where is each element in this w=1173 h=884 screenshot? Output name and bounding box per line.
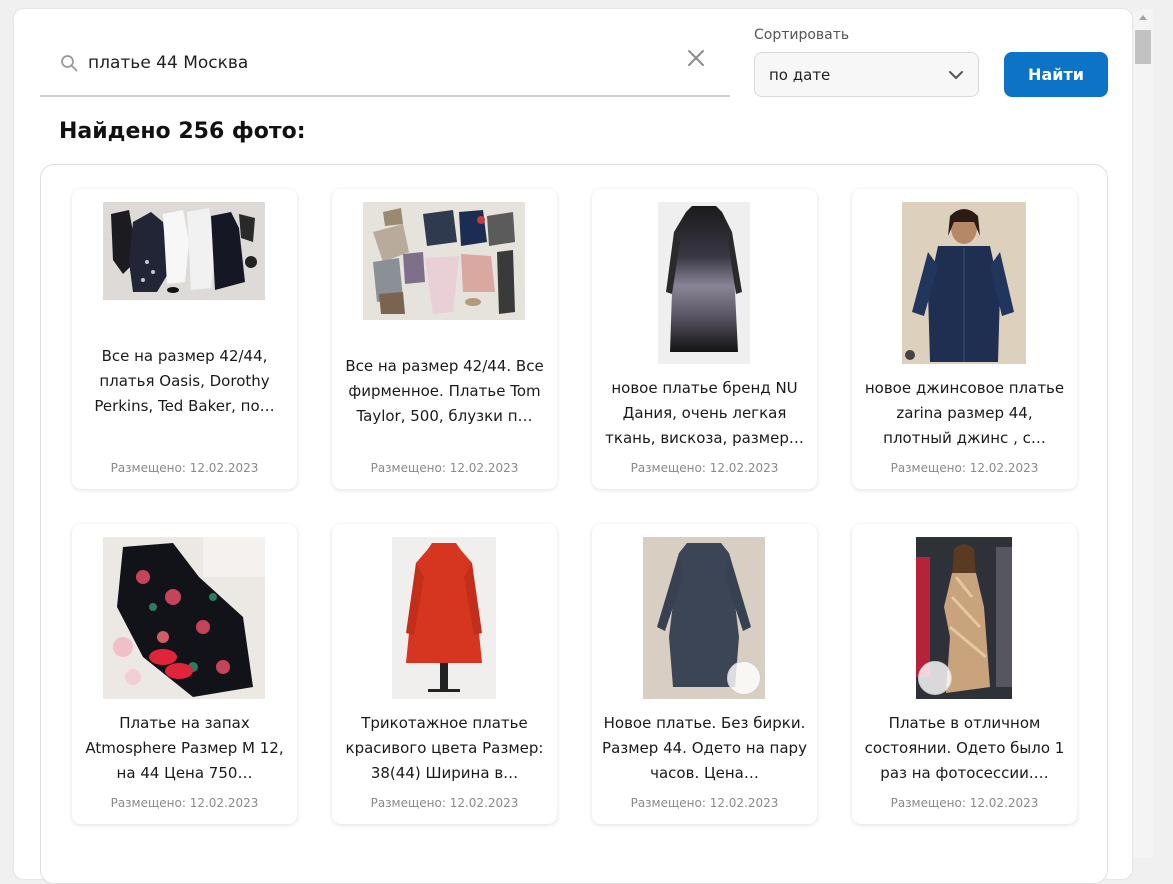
card-photo[interactable] bbox=[103, 537, 265, 699]
photo-card[interactable]: Все на размер 42/44, платья Oasis, Dorot… bbox=[72, 189, 297, 489]
card-description: Все на размер 42/44. Все фирменное. Плат… bbox=[345, 357, 544, 425]
card-description: Все на размер 42/44, платья Oasis, Dorot… bbox=[94, 347, 275, 415]
card-date: Размещено: 12.02.2023 bbox=[370, 796, 519, 810]
card-photo[interactable] bbox=[392, 537, 496, 699]
card-photo[interactable] bbox=[363, 202, 525, 320]
search-box[interactable] bbox=[40, 41, 730, 97]
sort-label: Сортировать bbox=[754, 27, 850, 43]
photo-card[interactable]: Платье на запах Atmosphere Размер M 12, … bbox=[72, 524, 297, 824]
find-button[interactable]: Найти bbox=[1004, 52, 1108, 97]
photo-card[interactable]: Трикотажное платье красивого цвета Разме… bbox=[332, 524, 557, 824]
card-description: новое джинсовое платье zarina размер 44,… bbox=[864, 379, 1065, 447]
search-input[interactable] bbox=[88, 49, 658, 77]
card-description: новое платье бренд NU Дания, очень легка… bbox=[605, 379, 804, 447]
scrollbar[interactable] bbox=[1133, 9, 1153, 858]
photo-card[interactable]: новое джинсовое платье zarina размер 44,… bbox=[852, 189, 1077, 489]
card-date: Размещено: 12.02.2023 bbox=[110, 461, 259, 475]
search-icon bbox=[61, 55, 78, 72]
card-date: Размещено: 12.02.2023 bbox=[370, 461, 519, 475]
card-description: Платье в отличном состоянии. Одето было … bbox=[864, 714, 1065, 782]
photo-card[interactable]: новое платье бренд NU Дания, очень легка… bbox=[592, 189, 817, 489]
card-description: Трикотажное платье красивого цвета Разме… bbox=[345, 714, 544, 782]
scrollbar-thumb[interactable] bbox=[1135, 30, 1151, 64]
search-page: Сортировать по дате Найти Найдено 256 фо… bbox=[14, 9, 1132, 884]
qr-code-icon bbox=[918, 661, 952, 695]
card-date: Размещено: 12.02.2023 bbox=[630, 796, 779, 810]
card-date: Размещено: 12.02.2023 bbox=[890, 796, 1039, 810]
sort-select[interactable]: по дате bbox=[754, 52, 979, 97]
chevron-down-icon bbox=[949, 71, 963, 79]
photo-card[interactable]: Новое платье. Без бирки. Размер 44. Одет… bbox=[592, 524, 817, 824]
card-photo[interactable] bbox=[916, 537, 1012, 699]
close-icon bbox=[905, 350, 915, 360]
scroll-up-arrow-icon[interactable] bbox=[1139, 15, 1147, 20]
results-grid: Все на размер 42/44, платья Oasis, Dorot… bbox=[40, 164, 1108, 884]
card-photo[interactable] bbox=[658, 202, 750, 364]
photo-card[interactable]: Платье в отличном состоянии. Одето было … bbox=[852, 524, 1077, 824]
close-icon[interactable] bbox=[683, 45, 709, 71]
card-date: Размещено: 12.02.2023 bbox=[890, 461, 1039, 475]
card-photo[interactable] bbox=[902, 202, 1026, 364]
card-photo[interactable] bbox=[103, 202, 265, 300]
qr-code-icon bbox=[727, 661, 761, 695]
card-photo[interactable] bbox=[643, 537, 765, 699]
photo-card[interactable]: Все на размер 42/44. Все фирменное. Плат… bbox=[332, 189, 557, 489]
sort-value: по дате bbox=[769, 66, 831, 84]
results-title: Найдено 256 фото: bbox=[59, 119, 306, 144]
card-date: Размещено: 12.02.2023 bbox=[630, 461, 779, 475]
card-description: Платье на запах Atmosphere Размер M 12, … bbox=[85, 714, 284, 782]
card-description: Новое платье. Без бирки. Размер 44. Одет… bbox=[602, 714, 807, 782]
card-date: Размещено: 12.02.2023 bbox=[110, 796, 259, 810]
